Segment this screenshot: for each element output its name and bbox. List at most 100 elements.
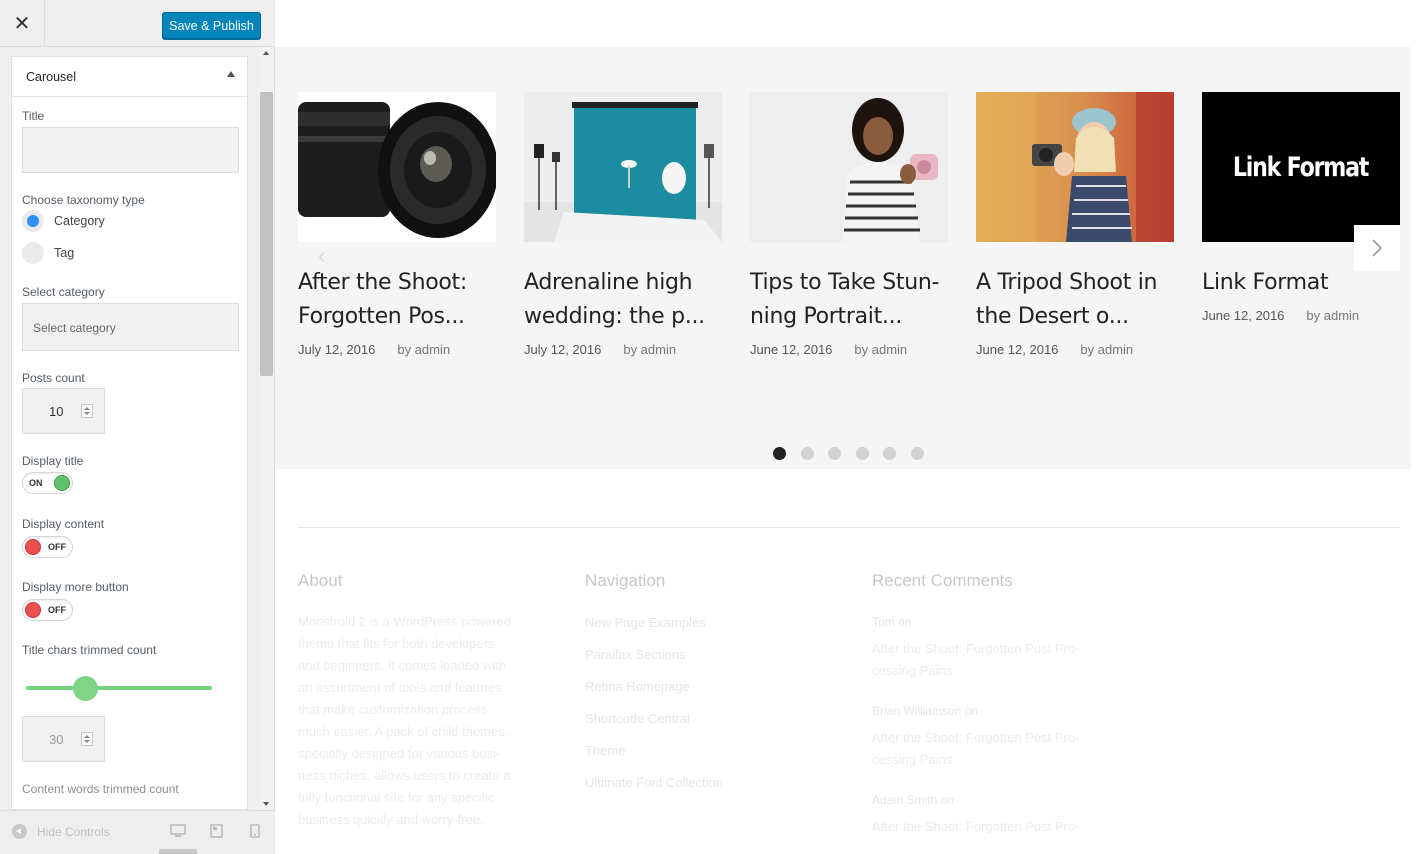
scroll-up-icon[interactable] (263, 51, 269, 55)
comment-author[interactable]: Adam Smith on (872, 793, 954, 807)
post-card[interactable]: A Tripod Shoot in the Desert o... June 12… (976, 92, 1174, 357)
footer-nav-link[interactable]: Shortcode Central (585, 711, 690, 726)
pagination-dot[interactable] (910, 447, 924, 460)
radio-button-checked[interactable] (22, 210, 44, 232)
about-line: specially designed for various busi- (298, 746, 501, 761)
pagination-dot[interactable] (773, 447, 786, 460)
customizer-sidebar: ✕ Save & Publish Carousel Title Choose t… (0, 0, 275, 854)
post-title-line[interactable]: Link Format (1202, 270, 1329, 295)
radio-tag[interactable]: Tag (22, 242, 74, 264)
post-card[interactable]: Tips to Take Stun-ning Portrait... June … (750, 92, 948, 357)
display-content-toggle[interactable]: OFF (22, 536, 73, 558)
footer-nav-link[interactable]: Ultimate Font Collection (585, 775, 723, 790)
post-author[interactable]: by admin (623, 342, 676, 357)
post-meta: June 12, 2016 by admin (1202, 308, 1400, 323)
select-category-label: Select category (22, 285, 105, 299)
display-title-toggle[interactable]: ON (22, 472, 73, 494)
comment-text[interactable]: After the Shoot: Forgotten Post Pro- (872, 816, 1112, 838)
post-image-photo-studio[interactable] (524, 92, 722, 242)
title-chars-slider-track[interactable] (26, 686, 212, 690)
post-card[interactable]: Adrenaline high wedding: the p... July 12… (524, 92, 722, 357)
comment-text[interactable]: After the Shoot: Forgotten Post Pro- ces… (872, 638, 1112, 682)
scroll-thumb[interactable] (260, 92, 273, 376)
post-title-line[interactable]: wedding: the p... (524, 304, 705, 329)
post-title-line[interactable]: ning Portrait... (750, 304, 902, 329)
radio-tag-label: Tag (54, 246, 75, 260)
pagination-dot[interactable] (800, 447, 814, 460)
post-title-line[interactable]: A Tripod Shoot in (976, 270, 1158, 295)
post-image-girl-camera[interactable] (976, 92, 1174, 242)
collapse-icon[interactable] (12, 824, 27, 839)
tablet-icon[interactable] (210, 824, 223, 838)
spinner-icon[interactable] (81, 404, 93, 418)
footer-nav-link[interactable]: Retina Homepage (585, 679, 690, 694)
select-category-dropdown[interactable]: Select category (22, 303, 239, 351)
post-title[interactable]: Adrenaline high wedding: the p... (524, 266, 722, 334)
post-card[interactable]: Link Format Link Format June 12, 2016 by … (1202, 92, 1400, 323)
post-date[interactable]: June 12, 2016 (750, 342, 832, 357)
spinner-icon[interactable] (81, 732, 93, 746)
title-chars-label: Title chars trimmed count (22, 643, 157, 657)
radio-category[interactable]: Category (22, 210, 105, 232)
comment-author[interactable]: Brian Williamson on (872, 704, 978, 718)
comment-line[interactable]: After the Shoot: Forgotten Post Pro- (872, 641, 1079, 656)
title-chars-value: 30 (49, 732, 64, 747)
post-author[interactable]: by admin (854, 342, 907, 357)
footer-nav-link[interactable]: Theme (585, 743, 625, 758)
pagination-dot[interactable] (883, 447, 896, 460)
resize-handle[interactable] (159, 849, 197, 854)
comment-text[interactable]: After the Shoot: Forgotten Post Pro- ces… (872, 727, 1112, 771)
title-chars-stepper[interactable]: 30 (22, 716, 105, 762)
title-chars-slider-handle[interactable] (73, 676, 98, 701)
pagination-dot[interactable] (855, 447, 869, 460)
footer-navigation-heading: Navigation (585, 571, 666, 590)
pagination-dot[interactable] (828, 447, 841, 460)
post-date[interactable]: July 12, 2016 (524, 342, 601, 357)
comment-line[interactable]: cessing Pains (872, 663, 952, 678)
post-title[interactable]: Tips to Take Stun-ning Portrait... (750, 266, 948, 334)
about-line: business quickly and worry-free. (298, 812, 484, 827)
save-publish-button[interactable]: Save & Publish (162, 12, 261, 39)
carousel-next-button[interactable] (1354, 225, 1400, 271)
post-image-camera-lenses[interactable] (298, 92, 496, 242)
post-date[interactable]: July 12, 2016 (298, 342, 375, 357)
footer-about-heading: About (298, 571, 343, 590)
post-title[interactable]: Link Format (1202, 266, 1400, 300)
hide-controls-button[interactable]: Hide Controls (37, 825, 110, 839)
mobile-icon[interactable] (250, 824, 260, 838)
post-author[interactable]: by admin (1306, 308, 1359, 323)
comment-line[interactable]: After the Shoot: Forgotten Post Pro- (872, 730, 1079, 745)
post-author[interactable]: by admin (1080, 342, 1133, 357)
post-title-line[interactable]: After the Shoot: (298, 270, 467, 295)
post-title-line[interactable]: Adrenaline high (524, 270, 693, 295)
posts-count-stepper[interactable]: 10 (22, 388, 105, 434)
comment-author[interactable]: Tom on (872, 615, 911, 629)
post-date[interactable]: June 12, 2016 (976, 342, 1058, 357)
section-header[interactable]: Carousel (12, 57, 247, 97)
comment-line[interactable]: After the Shoot: Forgotten Post Pro- (872, 819, 1079, 834)
post-author[interactable]: by admin (397, 342, 450, 357)
post-title-line[interactable]: Forgotten Pos... (298, 304, 465, 329)
sidebar-scrollbar[interactable] (259, 47, 274, 810)
carousel-prev-icon[interactable]: ‹ (318, 243, 325, 269)
post-image-link-format[interactable]: Link Format (1202, 92, 1400, 242)
display-title-label: Display title (22, 454, 84, 468)
toggle-state: OFF (48, 542, 66, 552)
toggle-knob (54, 475, 70, 491)
display-more-toggle[interactable]: OFF (22, 599, 73, 621)
desktop-icon[interactable] (170, 824, 186, 838)
post-title-line[interactable]: the Desert o... (976, 304, 1129, 329)
radio-button-unchecked[interactable] (22, 242, 44, 264)
post-title[interactable]: After the Shoot: Forgotten Pos... (298, 266, 496, 334)
footer-nav-link[interactable]: New Page Examples (585, 615, 706, 630)
post-title[interactable]: A Tripod Shoot in the Desert o... (976, 266, 1174, 334)
post-date[interactable]: June 12, 2016 (1202, 308, 1284, 323)
post-image-woman-camera[interactable] (750, 92, 948, 242)
footer-nav-link[interactable]: Parallax Sections (585, 647, 685, 662)
close-button[interactable]: ✕ (0, 0, 45, 47)
scroll-down-icon[interactable] (263, 802, 269, 806)
post-title-line[interactable]: Tips to Take Stun- (750, 270, 939, 295)
post-card[interactable]: After the Shoot: Forgotten Pos... July 12… (298, 92, 496, 357)
comment-line[interactable]: cessing Pains (872, 752, 952, 767)
title-input[interactable] (22, 127, 239, 173)
